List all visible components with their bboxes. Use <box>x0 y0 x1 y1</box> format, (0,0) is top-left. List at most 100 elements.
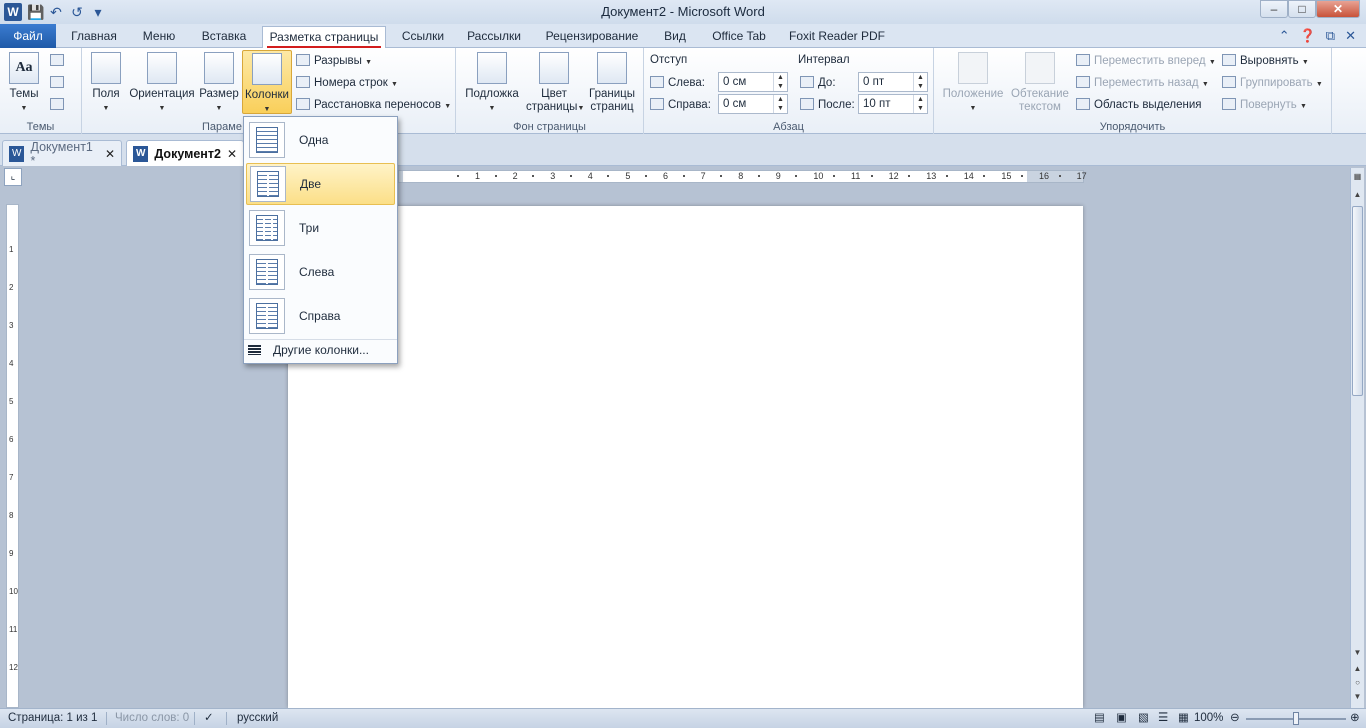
wrap-text-button[interactable]: Обтекание текстом <box>1008 52 1072 114</box>
columns-three-item[interactable]: Три <box>246 207 395 249</box>
spin-arrows-icon[interactable]: ▲ ▼ <box>913 95 927 113</box>
web-layout-icon[interactable]: ▧ <box>1138 709 1149 727</box>
group-objects-button[interactable]: Группировать ▼ <box>1222 76 1323 89</box>
line-numbers-button[interactable]: Номера строк ▼ <box>296 76 398 89</box>
vertical-ruler[interactable]: 1 2 3 4 5 6 7 8 9 10 11 12 <box>6 204 19 708</box>
spin-arrows-icon[interactable]: ▲ ▼ <box>773 73 787 91</box>
tab-office-tab[interactable]: Office Tab <box>704 26 774 48</box>
indent-right-field[interactable]: 0 см ▲ ▼ <box>718 94 788 114</box>
tab-file[interactable]: Файл <box>0 24 56 48</box>
ruler-tick <box>607 175 610 177</box>
doc-tab-1[interactable]: W Документ1 * ✕ <box>2 139 122 168</box>
document-page[interactable] <box>288 206 1083 708</box>
align-button[interactable]: Выровнять ▼ <box>1222 54 1309 67</box>
watermark-button[interactable]: Подложка ▼ <box>462 52 522 115</box>
bring-forward-button[interactable]: Переместить вперед ▼ <box>1076 54 1216 67</box>
orientation-button[interactable]: Ориентация ▼ <box>128 52 196 115</box>
ruler-number: 7 <box>700 171 706 181</box>
size-button[interactable]: Размер ▼ <box>198 52 240 115</box>
outline-icon[interactable]: ☰ <box>1158 709 1168 727</box>
maximize-button[interactable]: □ <box>1288 0 1316 18</box>
minimize-button[interactable]: – <box>1260 0 1288 18</box>
bring-forward-icon <box>1076 54 1090 66</box>
spin-arrows-icon[interactable]: ▲ ▼ <box>913 73 927 91</box>
page-color-button[interactable]: Цвет страницы▼ <box>526 52 584 115</box>
scroll-down-icon[interactable]: ▼ <box>1352 648 1363 659</box>
full-screen-icon[interactable]: ▣ <box>1116 709 1127 727</box>
tab-references[interactable]: Ссылки <box>394 26 452 48</box>
doc-tab-2[interactable]: W Документ2 ✕ <box>126 140 244 166</box>
zoom-in-icon[interactable]: ⊕ <box>1350 709 1360 727</box>
prev-page-icon[interactable]: ▲ <box>1352 664 1363 675</box>
columns-button[interactable]: Колонки ▼ <box>242 50 292 114</box>
doc-tab-1-label: Документ1 * <box>30 139 93 168</box>
scroll-thumb[interactable] <box>1352 206 1363 396</box>
position-button[interactable]: Положение ▼ <box>940 52 1006 115</box>
send-backward-button[interactable]: Переместить назад ▼ <box>1076 76 1209 89</box>
hyphenation-label: Расстановка переносов <box>314 99 441 111</box>
close-tab-icon[interactable]: ✕ <box>105 147 115 161</box>
tab-selector-button[interactable]: ⌞ <box>4 168 22 186</box>
themes-button[interactable]: Aa Темы ▼ <box>4 52 44 115</box>
scroll-up-icon[interactable]: ▲ <box>1352 190 1363 201</box>
ribbon-tabs: Файл Главная Меню Вставка Разметка стран… <box>0 24 1366 49</box>
columns-one-item[interactable]: Одна <box>246 119 395 161</box>
hyphenation-button[interactable]: Расстановка переносов ▼ <box>296 98 451 111</box>
browse-object-icon[interactable]: ○ <box>1352 678 1363 689</box>
columns-two-label: Две <box>300 177 322 191</box>
selection-pane-button[interactable]: Область выделения <box>1076 98 1202 111</box>
close-tab-icon[interactable]: ✕ <box>227 147 237 161</box>
spin-arrows-icon[interactable]: ▲ ▼ <box>773 95 787 113</box>
zoom-out-icon[interactable]: ⊖ <box>1230 709 1240 727</box>
zoom-level[interactable]: 100% <box>1194 709 1223 727</box>
page-count[interactable]: Страница: 1 из 1 <box>8 709 97 727</box>
tab-page-layout[interactable]: Разметка страницы <box>262 26 386 49</box>
tab-home[interactable]: Главная <box>64 26 124 48</box>
print-layout-icon[interactable]: ▤ <box>1094 709 1105 727</box>
tab-insert[interactable]: Вставка <box>194 26 254 48</box>
help-icon[interactable]: ❓ <box>1300 28 1316 44</box>
vertical-scrollbar[interactable]: ▦ ▲ ▼ ▲ ○ ▼ <box>1350 168 1364 708</box>
columns-right-label: Справа <box>299 309 341 323</box>
ruler-tick <box>870 175 873 177</box>
status-bar: Страница: 1 из 1 Число слов: 0 ✓ русский… <box>0 708 1366 728</box>
language[interactable]: русский <box>237 709 278 727</box>
columns-left-item[interactable]: Слева <box>246 251 395 293</box>
word-count[interactable]: Число слов: 0 <box>115 709 189 727</box>
more-columns-item[interactable]: Другие колонки... <box>248 343 369 357</box>
rotate-button[interactable]: Повернуть ▼ <box>1222 98 1307 111</box>
ruler-toggle-icon[interactable]: ▦ <box>1352 172 1363 183</box>
spacing-after-field[interactable]: 10 пт ▲ ▼ <box>858 94 928 114</box>
tab-foxit[interactable]: Foxit Reader PDF <box>784 26 890 48</box>
next-page-icon[interactable]: ▼ <box>1352 692 1363 703</box>
zoom-slider-handle[interactable] <box>1293 712 1299 725</box>
tab-review[interactable]: Рецензирование <box>538 26 646 48</box>
draft-icon[interactable]: ▦ <box>1178 709 1189 727</box>
spacing-before-field[interactable]: 0 пт ▲ ▼ <box>858 72 928 92</box>
ruler-margin-left <box>399 171 403 182</box>
ruler-tick <box>645 175 647 177</box>
collapse-ribbon-icon[interactable]: ⌃ <box>1279 28 1290 44</box>
tab-view[interactable]: Вид <box>656 26 694 48</box>
breaks-button[interactable]: Разрывы ▼ <box>296 54 372 67</box>
close-button[interactable]: ✕ <box>1316 0 1360 18</box>
tab-mailings[interactable]: Рассылки <box>462 26 526 48</box>
proofing-icon[interactable]: ✓ <box>204 709 214 727</box>
close-doc-icon[interactable]: ✕ <box>1345 28 1356 44</box>
horizontal-ruler[interactable]: 1 2 3 4 5 6 7 8 9 10 11 12 13 14 15 16 17 <box>398 170 1087 183</box>
line-numbers-icon <box>296 76 310 88</box>
theme-effects-button[interactable] <box>50 98 68 111</box>
ribbon-controls: ⌃ ❓ ⧉ ✕ <box>1279 28 1356 44</box>
fields-button[interactable]: Поля ▼ <box>88 52 124 115</box>
columns-right-item[interactable]: Справа <box>246 295 395 337</box>
more-columns-label: Другие колонки... <box>273 343 369 357</box>
tab-menu[interactable]: Меню <box>136 26 182 48</box>
columns-two-item[interactable]: Две <box>246 163 395 205</box>
indent-left-field[interactable]: 0 см ▲ ▼ <box>718 72 788 92</box>
ruler-tick <box>494 175 497 177</box>
ruler-number: 5 <box>625 171 631 181</box>
restore-doc-icon[interactable]: ⧉ <box>1326 28 1335 44</box>
theme-colors-button[interactable] <box>50 54 68 67</box>
page-borders-button[interactable]: Границы страниц <box>586 52 638 114</box>
theme-fonts-button[interactable] <box>50 76 68 89</box>
